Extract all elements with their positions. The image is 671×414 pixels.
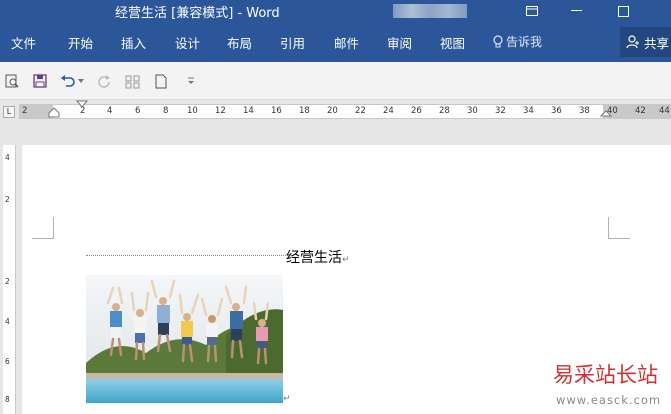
ruler-number: 20 — [327, 106, 338, 116]
new-document-icon[interactable] — [152, 72, 170, 90]
vruler-number: 2 — [5, 195, 10, 204]
ruler-number: 30 — [467, 106, 478, 116]
tab-mailings[interactable]: 邮件 — [334, 33, 359, 52]
tab-view[interactable]: 视图 — [440, 33, 465, 52]
quick-access-toolbar — [0, 62, 671, 100]
minimize-icon[interactable] — [559, 0, 593, 22]
first-line-indent-icon[interactable] — [76, 100, 88, 110]
vruler-number: 6 — [5, 357, 10, 366]
paragraph-mark: ↵ — [342, 255, 350, 265]
image-paragraph-mark: ↵ — [283, 394, 291, 404]
undo-icon[interactable] — [59, 72, 77, 90]
ruler-number: 4 — [107, 106, 113, 116]
vruler-number: 4 — [5, 317, 10, 326]
ruler-number: 6 — [135, 106, 141, 116]
tab-home[interactable]: 开始 — [68, 33, 93, 52]
ruler-number: 26 — [411, 106, 422, 116]
ruler-number: 36 — [551, 106, 562, 116]
toc-leader-dots — [86, 255, 286, 256]
vruler-number: 8 — [5, 395, 10, 404]
inserted-photo[interactable] — [86, 275, 283, 403]
ruler-number: 32 — [495, 106, 506, 116]
tab-selector[interactable]: L — [3, 106, 15, 118]
margin-corner-right — [608, 217, 630, 239]
ruler-number: 28 — [439, 106, 450, 116]
ruler-number: 10 — [187, 106, 198, 116]
ruler-number: 14 — [243, 106, 254, 116]
ruler-number: 34 — [523, 106, 534, 116]
ribbon-tabs: 文件 开始 插入 设计 布局 引用 邮件 审阅 视图 告诉我 共享 — [0, 22, 671, 62]
ruler-number: 42 — [635, 106, 646, 116]
document-heading[interactable]: 经营生活↵ — [286, 247, 350, 267]
ruler-number: 38 — [579, 106, 590, 116]
ribbon-display-icon[interactable] — [515, 0, 549, 22]
tab-file[interactable]: 文件 — [11, 33, 36, 52]
vruler-number: 4 — [5, 153, 10, 162]
dropdown-icon[interactable] — [76, 72, 86, 90]
ruler-number: 8 — [163, 106, 169, 116]
tell-me-box[interactable]: 告诉我 — [493, 33, 542, 50]
site-watermark-url: www.easck.com — [556, 393, 662, 407]
layout-icon[interactable] — [123, 72, 141, 90]
share-button[interactable]: 共享 — [620, 27, 671, 57]
share-label: 共享 — [644, 35, 670, 51]
ruler-number: 24 — [383, 106, 394, 116]
page-gap — [0, 122, 671, 145]
horizontal-ruler[interactable]: 2 2 4 6 8 10 12 14 16 18 20 22 24 26 28 … — [19, 104, 671, 119]
horizontal-ruler-area: L 2 2 4 6 8 10 12 14 16 18 20 22 24 26 2… — [0, 100, 671, 122]
window-title: 经营生活 [兼容模式] - Word — [115, 6, 280, 21]
site-watermark: 易采站长站 — [553, 363, 658, 387]
ruler-number: 22 — [355, 106, 366, 116]
ruler-number: 16 — [271, 106, 282, 116]
print-preview-icon[interactable] — [3, 72, 21, 90]
blurred-account-area — [393, 4, 467, 18]
maximize-icon[interactable] — [606, 0, 640, 22]
customize-icon[interactable] — [182, 72, 200, 90]
save-icon[interactable] — [31, 72, 49, 90]
title-bar: 经营生活 [兼容模式] - Word — [0, 0, 671, 22]
tab-design[interactable]: 设计 — [175, 33, 200, 52]
ruler-number: 12 — [215, 106, 226, 116]
margin-corner-left — [32, 217, 54, 239]
ruler-number: 44 — [659, 106, 670, 116]
tab-review[interactable]: 审阅 — [387, 33, 412, 52]
person-icon — [626, 35, 639, 49]
tab-layout[interactable]: 布局 — [227, 33, 252, 52]
ruler-number: 2 — [22, 106, 28, 116]
right-indent-icon[interactable] — [600, 108, 612, 118]
heading-text: 经营生活 — [286, 250, 342, 266]
ruler-number: 18 — [299, 106, 310, 116]
vertical-ruler[interactable]: 4 2 2 4 6 8 — [3, 145, 16, 414]
tab-insert[interactable]: 插入 — [121, 33, 146, 52]
indent-marker-icon[interactable] — [48, 100, 60, 124]
redo-icon[interactable] — [95, 72, 113, 90]
tell-me-label: 告诉我 — [506, 35, 543, 49]
vruler-number: 2 — [5, 277, 10, 286]
tab-references[interactable]: 引用 — [280, 33, 305, 52]
lightbulb-icon — [493, 35, 503, 48]
